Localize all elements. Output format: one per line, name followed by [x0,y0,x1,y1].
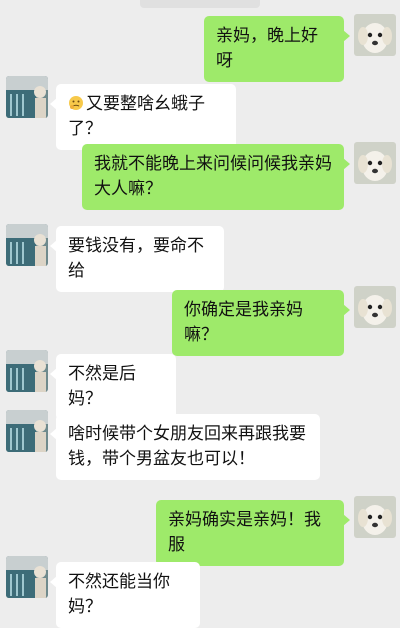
message-text: 亲妈，晚上好呀 [216,26,318,71]
pool-photo-avatar-icon [6,556,48,598]
message-text: 不然是后妈？ [68,364,136,409]
message-text: 要钱没有，要命不给 [68,236,204,281]
sent-message[interactable]: 你确定是我亲妈嘛？ [172,290,350,356]
pool-photo-avatar-icon [6,224,48,266]
sent-message[interactable]: 亲妈，晚上好呀 [204,16,350,82]
my-avatar[interactable] [354,286,396,328]
message-text: 你确定是我亲妈嘛？ [184,300,303,345]
message-text: 亲妈确实是亲妈！我服 [168,510,321,555]
my-avatar[interactable] [354,496,396,538]
contact-avatar[interactable] [6,76,48,118]
puppy-avatar-icon [354,496,396,538]
my-avatar[interactable] [354,14,396,56]
pool-photo-avatar-icon [6,76,48,118]
sent-message[interactable]: 亲妈确实是亲妈！我服 [156,500,350,566]
my-avatar[interactable] [354,142,396,184]
contact-avatar[interactable] [6,410,48,452]
puppy-avatar-icon [354,286,396,328]
sent-message[interactable]: 我就不能晚上来问候问候我亲妈大人嘛？ [82,144,350,210]
puppy-avatar-icon [354,142,396,184]
pool-photo-avatar-icon [6,350,48,392]
contact-avatar[interactable] [6,556,48,598]
contact-avatar[interactable] [6,224,48,266]
message-text: 啥时候带个女朋友回来再跟我要钱，带个男盆友也可以！ [68,424,306,469]
received-message[interactable]: 又要整啥幺蛾子了？ [50,84,236,150]
received-message[interactable]: 啥时候带个女朋友回来再跟我要钱，带个男盆友也可以！ [50,414,320,480]
thinking-emoji-icon [68,95,84,111]
message-text: 不然还能当你妈？ [68,572,170,617]
received-message[interactable]: 要钱没有，要命不给 [50,226,224,292]
previous-message-edge [140,0,260,8]
received-message[interactable]: 不然是后妈？ [50,354,176,420]
puppy-avatar-icon [354,14,396,56]
contact-avatar[interactable] [6,350,48,392]
pool-photo-avatar-icon [6,410,48,452]
received-message[interactable]: 不然还能当你妈？ [50,562,200,628]
message-text: 又要整啥幺蛾子了？ [68,94,205,139]
message-text: 我就不能晚上来问候问候我亲妈大人嘛？ [94,154,332,199]
